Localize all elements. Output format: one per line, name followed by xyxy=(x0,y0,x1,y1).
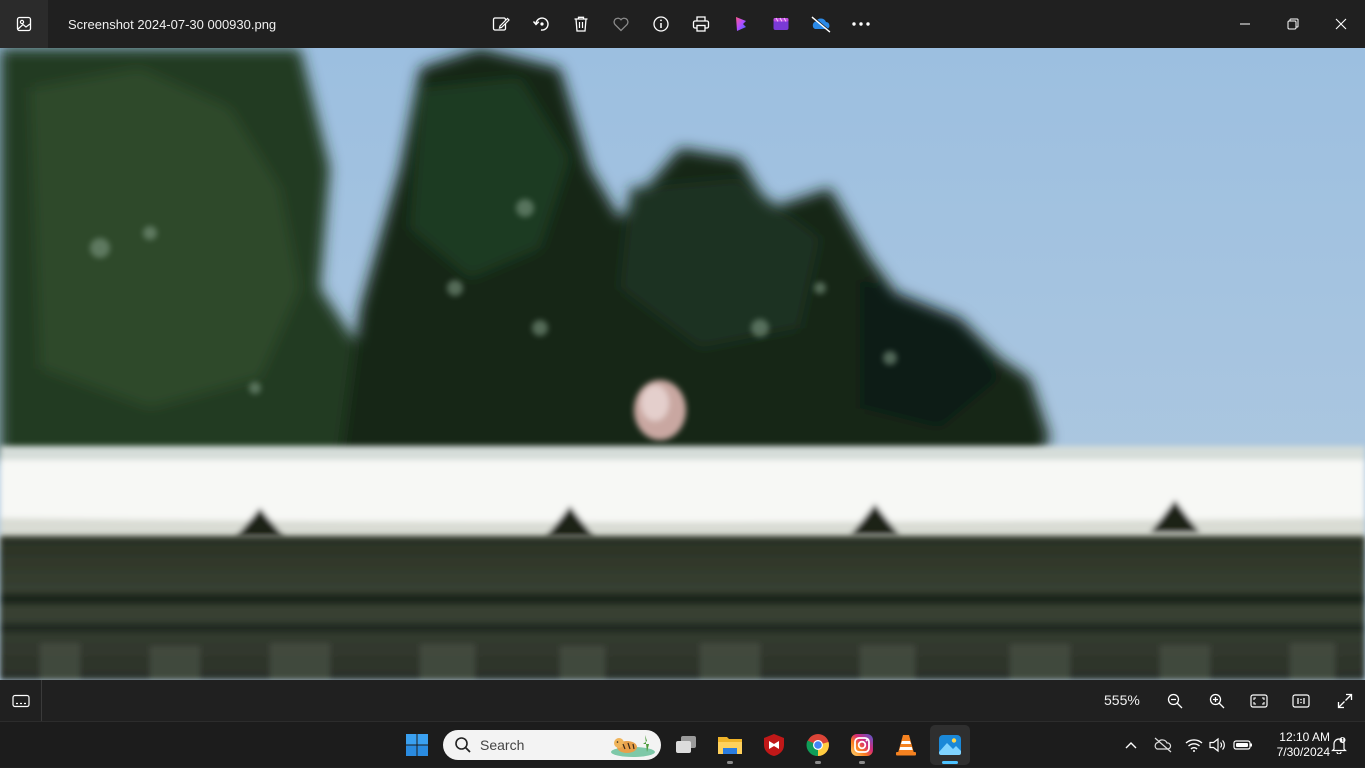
status-bar: 555% xyxy=(0,680,1365,721)
taskbar-mcafee[interactable] xyxy=(754,725,794,765)
clock-time: 12:10 AM xyxy=(1279,730,1330,744)
volume-icon[interactable] xyxy=(1206,722,1230,768)
start-button[interactable] xyxy=(397,725,437,765)
taskbar: Search 12:10 AM 7/30/2024 xyxy=(0,721,1365,767)
taskbar-search[interactable]: Search xyxy=(443,730,661,760)
chrome-icon xyxy=(806,734,829,757)
clock-date: 7/30/2024 xyxy=(1276,745,1330,759)
running-indicator xyxy=(942,761,958,764)
see-more-icon[interactable] xyxy=(841,4,881,44)
minimize-icon[interactable] xyxy=(1221,0,1269,48)
taskbar-vlc[interactable] xyxy=(886,725,926,765)
full-screen-icon[interactable] xyxy=(1332,688,1358,714)
edit-image-icon[interactable] xyxy=(481,4,521,44)
onedrive-icon[interactable] xyxy=(801,4,841,44)
zoom-in-icon[interactable] xyxy=(1204,688,1230,714)
file-name: Screenshot 2024-07-30 000930.png xyxy=(68,16,277,32)
photos-app-icon[interactable] xyxy=(0,0,48,48)
instagram-icon xyxy=(851,734,873,756)
filmstrip-toggle-icon[interactable] xyxy=(0,680,42,721)
task-view-icon xyxy=(676,736,696,753)
rotate-icon[interactable] xyxy=(521,4,561,44)
favorite-icon[interactable] xyxy=(601,4,641,44)
restore-icon[interactable] xyxy=(1269,0,1317,48)
video-editor-icon[interactable] xyxy=(761,4,801,44)
windows-logo-icon xyxy=(406,734,428,756)
actual-size-icon[interactable] xyxy=(1288,688,1314,714)
vlc-icon xyxy=(896,735,916,756)
search-highlight-icon xyxy=(611,735,655,757)
taskbar-instagram[interactable] xyxy=(842,725,882,765)
photos-icon xyxy=(939,735,961,755)
taskbar-file-explorer[interactable] xyxy=(710,725,750,765)
zoom-out-icon[interactable] xyxy=(1162,688,1188,714)
title-bar: Screenshot 2024-07-30 000930.png xyxy=(0,0,1365,48)
clipchamp-icon[interactable] xyxy=(721,4,761,44)
delete-icon[interactable] xyxy=(561,4,601,44)
task-view-button[interactable] xyxy=(666,725,706,765)
file-explorer-icon xyxy=(718,737,742,754)
taskbar-photos[interactable] xyxy=(930,725,970,765)
file-info-icon[interactable] xyxy=(641,4,681,44)
onedrive-status-icon[interactable] xyxy=(1150,722,1176,768)
taskbar-clock[interactable]: 12:10 AM 7/30/2024 xyxy=(1262,730,1330,760)
mcafee-icon xyxy=(764,734,784,756)
zoom-level[interactable]: 555% xyxy=(1104,692,1140,708)
running-indicator xyxy=(727,761,733,764)
taskbar-chrome[interactable] xyxy=(798,725,838,765)
toolbar xyxy=(481,4,881,44)
battery-icon[interactable] xyxy=(1230,722,1256,768)
print-icon[interactable] xyxy=(681,4,721,44)
notifications-icon[interactable] xyxy=(1330,722,1348,768)
show-hidden-icons-chevron-icon[interactable] xyxy=(1119,722,1143,768)
wifi-icon[interactable] xyxy=(1182,722,1206,768)
running-indicator xyxy=(815,761,821,764)
window-controls xyxy=(1221,0,1365,48)
close-icon[interactable] xyxy=(1317,0,1365,48)
search-label: Search xyxy=(480,737,525,753)
image-canvas[interactable] xyxy=(0,48,1365,680)
search-icon xyxy=(455,737,471,753)
zoomed-photo xyxy=(0,48,1365,680)
fit-to-window-icon[interactable] xyxy=(1246,688,1272,714)
running-indicator xyxy=(859,761,865,764)
